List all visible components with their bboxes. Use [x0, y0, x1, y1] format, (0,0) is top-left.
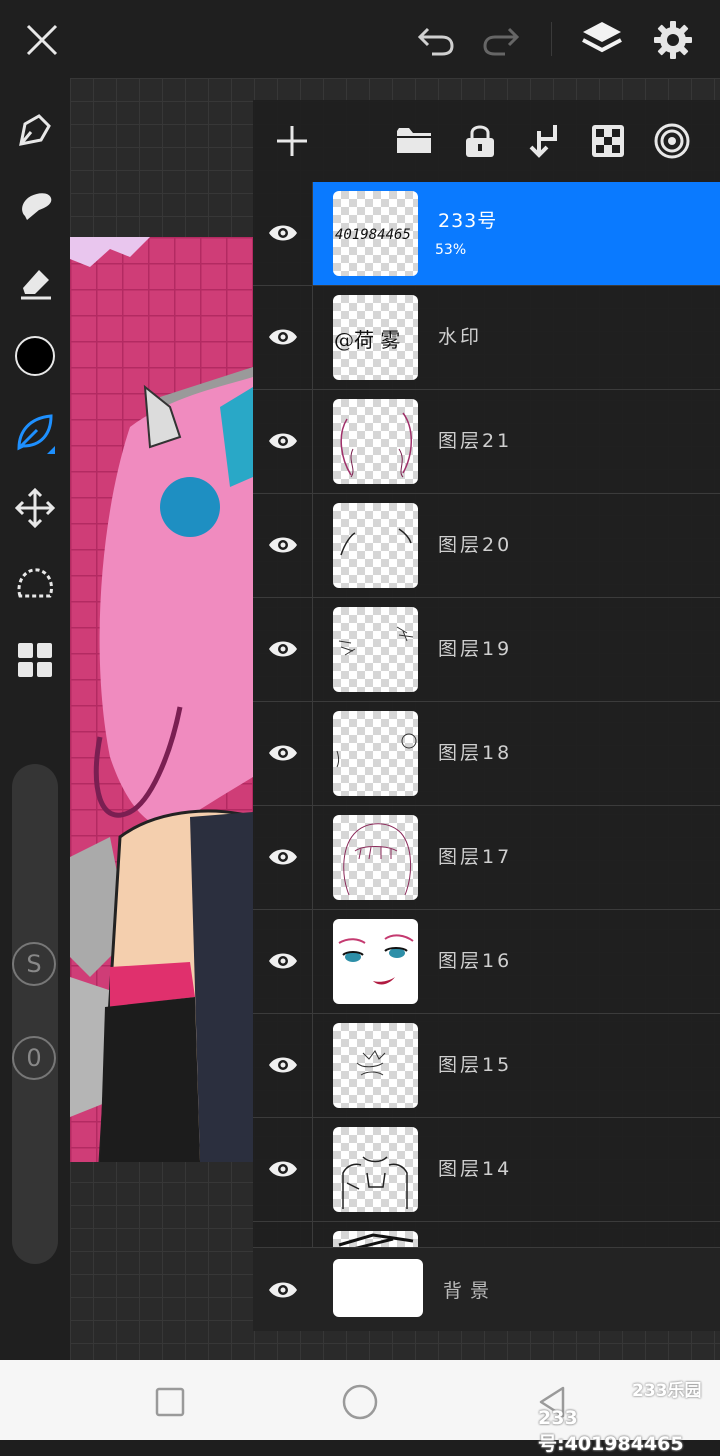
thumb-watermark-text: @荷 雾 [334, 328, 400, 352]
layer-name: 背景 [443, 1280, 498, 1302]
eye-icon[interactable] [263, 421, 303, 461]
gear-icon[interactable] [647, 14, 699, 66]
eye-icon[interactable] [263, 941, 303, 981]
artwork-canvas[interactable] [70, 237, 253, 1162]
layer-name: 水印 [438, 326, 483, 348]
layer-name: 图层16 [438, 950, 513, 972]
layer-row-20[interactable]: 图层20 [253, 494, 720, 598]
redo-icon[interactable] [475, 14, 527, 66]
eye-icon[interactable] [263, 733, 303, 773]
thumb-watermark-text: 401984465 [335, 227, 411, 243]
grid-icon[interactable] [9, 634, 61, 686]
layer-name: 图层19 [438, 638, 513, 660]
add-layer-icon[interactable] [269, 118, 315, 164]
layer-opacity: 53% [435, 242, 467, 258]
recent-apps-button[interactable] [148, 1380, 192, 1424]
layer-thumbnail [333, 399, 418, 484]
blend-icon[interactable] [649, 118, 695, 164]
layer-name: 图层20 [438, 534, 513, 556]
pen-icon[interactable] [9, 104, 61, 156]
layer-row-16[interactable]: 图层16 [253, 910, 720, 1014]
undo-icon[interactable] [410, 14, 462, 66]
layer-thumbnail [333, 1127, 418, 1212]
size-label: S [26, 950, 42, 978]
eye-icon[interactable] [263, 317, 303, 357]
layer-thumbnail [333, 815, 418, 900]
eye-icon[interactable] [263, 1270, 303, 1310]
layer-panel: 401984465 233号 53% @荷 雾 水印 图层21 图层20 图层1… [253, 100, 720, 1331]
top-toolbar [0, 0, 720, 78]
size-opacity-slider[interactable] [12, 764, 58, 1264]
left-toolbar: S 0 [0, 78, 70, 1360]
layer-row-18[interactable]: 图层18 [253, 702, 720, 806]
layer-row-15[interactable]: 图层15 [253, 1014, 720, 1118]
eraser-icon[interactable] [9, 256, 61, 308]
watermark-brand: 233乐园 [632, 1381, 702, 1401]
layer-row-233[interactable]: 401984465 233号 53% [253, 182, 720, 286]
alpha-lock-icon[interactable] [585, 118, 631, 164]
opacity-indicator[interactable]: 0 [12, 1036, 56, 1080]
watermark-text: 233号:401984465 [538, 1407, 684, 1455]
toolbar-separator [551, 22, 552, 56]
opacity-label: 0 [26, 1044, 42, 1072]
layer-list[interactable]: 401984465 233号 53% @荷 雾 水印 图层21 图层20 图层1… [253, 182, 720, 1247]
smudge-icon[interactable] [9, 180, 61, 232]
layer-row-21[interactable]: 图层21 [253, 390, 720, 494]
background-thumbnail [333, 1259, 423, 1317]
layer-name: 图层14 [438, 1158, 513, 1180]
size-indicator[interactable]: S [12, 942, 56, 986]
layer-row-17[interactable]: 图层17 [253, 806, 720, 910]
layer-name: 图层18 [438, 742, 513, 764]
lasso-icon[interactable] [9, 558, 61, 610]
eye-icon[interactable] [263, 525, 303, 565]
layer-name: 图层15 [438, 1054, 513, 1076]
layer-row-background[interactable]: 背景 [253, 1247, 720, 1331]
brush-icon[interactable] [9, 406, 61, 458]
layer-name: 233号 [438, 210, 498, 232]
layer-thumbnail [333, 607, 418, 692]
layer-name: 图层17 [438, 846, 513, 868]
layer-thumbnail [333, 711, 418, 796]
layer-thumbnail [333, 503, 418, 588]
eye-icon[interactable] [263, 1045, 303, 1085]
layer-thumbnail: @荷 雾 [333, 295, 418, 380]
layer-row-14[interactable]: 图层14 [253, 1118, 720, 1222]
layer-name: 图层21 [438, 430, 513, 452]
home-button[interactable] [338, 1380, 382, 1424]
layers-icon[interactable] [576, 14, 628, 66]
eye-icon[interactable] [263, 629, 303, 669]
layer-thumbnail [333, 1231, 418, 1247]
eye-icon[interactable] [263, 1149, 303, 1189]
layer-row-partial[interactable] [253, 1222, 720, 1247]
merge-down-icon[interactable] [521, 118, 567, 164]
folder-icon[interactable] [391, 118, 437, 164]
close-icon[interactable] [16, 14, 68, 66]
layer-thumbnail [333, 919, 418, 1004]
layer-thumbnail: 401984465 [333, 191, 418, 276]
move-icon[interactable] [9, 482, 61, 534]
layer-row-watermark[interactable]: @荷 雾 水印 [253, 286, 720, 390]
lock-icon[interactable] [457, 118, 503, 164]
eye-icon[interactable] [263, 213, 303, 253]
layer-thumbnail [333, 1023, 418, 1108]
eye-icon[interactable] [263, 837, 303, 877]
color-swatch[interactable] [9, 330, 61, 382]
layer-row-19[interactable]: 图层19 [253, 598, 720, 702]
